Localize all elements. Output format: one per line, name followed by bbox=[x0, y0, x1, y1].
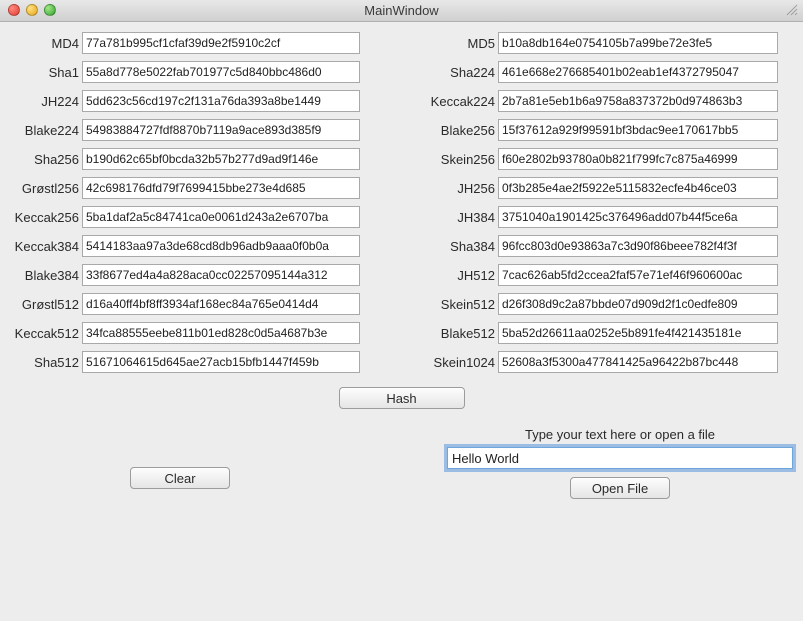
hash-row-md5: MD5 bbox=[418, 32, 778, 54]
hash-row-keccak384: Keccak384 bbox=[10, 235, 360, 257]
hash-row-sha384: Sha384 bbox=[418, 235, 778, 257]
input-hint-label: Type your text here or open a file bbox=[525, 427, 715, 442]
hash-label-gr-stl512: Grøstl512 bbox=[10, 297, 82, 312]
window-title: MainWindow bbox=[0, 3, 803, 18]
hash-label-blake256: Blake256 bbox=[418, 123, 498, 138]
hash-label-sha1: Sha1 bbox=[10, 65, 82, 80]
hash-label-jh224: JH224 bbox=[10, 94, 82, 109]
hash-value-jh384[interactable] bbox=[498, 206, 778, 228]
hash-row-sha1: Sha1 bbox=[10, 61, 360, 83]
hash-label-jh512: JH512 bbox=[418, 268, 498, 283]
hash-label-jh384: JH384 bbox=[418, 210, 498, 225]
hash-row-keccak512: Keccak512 bbox=[10, 322, 360, 344]
hash-row-md4: MD4 bbox=[10, 32, 360, 54]
bottom-area: Clear Type your text here or open a file… bbox=[10, 427, 793, 499]
hash-row-sha512: Sha512 bbox=[10, 351, 360, 373]
hash-row-keccak224: Keccak224 bbox=[418, 90, 778, 112]
hash-row-keccak256: Keccak256 bbox=[10, 206, 360, 228]
hash-row-sha256: Sha256 bbox=[10, 148, 360, 170]
hash-value-blake512[interactable] bbox=[498, 322, 778, 344]
hash-row-blake512: Blake512 bbox=[418, 322, 778, 344]
hash-row-skein256: Skein256 bbox=[418, 148, 778, 170]
hash-label-blake224: Blake224 bbox=[10, 123, 82, 138]
hash-label-keccak256: Keccak256 bbox=[10, 210, 82, 225]
hash-label-blake384: Blake384 bbox=[10, 268, 82, 283]
hash-value-sha224[interactable] bbox=[498, 61, 778, 83]
close-icon[interactable] bbox=[8, 4, 20, 16]
hash-row-sha224: Sha224 bbox=[418, 61, 778, 83]
hash-label-skein512: Skein512 bbox=[418, 297, 498, 312]
bottom-right: Type your text here or open a file Open … bbox=[447, 427, 793, 499]
hash-button-wrap: Hash bbox=[10, 387, 793, 409]
hash-label-gr-stl256: Grøstl256 bbox=[10, 181, 82, 196]
hash-value-jh224[interactable] bbox=[82, 90, 360, 112]
hash-value-gr-stl256[interactable] bbox=[82, 177, 360, 199]
hash-row-blake256: Blake256 bbox=[418, 119, 778, 141]
clear-button[interactable]: Clear bbox=[130, 467, 230, 489]
hash-row-blake384: Blake384 bbox=[10, 264, 360, 286]
bottom-left: Clear bbox=[10, 427, 350, 489]
hash-value-skein512[interactable] bbox=[498, 293, 778, 315]
hash-value-keccak512[interactable] bbox=[82, 322, 360, 344]
hash-label-skein256: Skein256 bbox=[418, 152, 498, 167]
hash-row-gr-stl256: Grøstl256 bbox=[10, 177, 360, 199]
hash-label-md5: MD5 bbox=[418, 36, 498, 51]
hash-value-keccak384[interactable] bbox=[82, 235, 360, 257]
hash-label-md4: MD4 bbox=[10, 36, 82, 51]
hash-label-keccak512: Keccak512 bbox=[10, 326, 82, 341]
hash-value-sha256[interactable] bbox=[82, 148, 360, 170]
right-column: MD5 Sha224 Keccak224 Blake256 Skein256 JH256 J… bbox=[418, 32, 778, 373]
hash-value-sha512[interactable] bbox=[82, 351, 360, 373]
hash-value-skein1024[interactable] bbox=[498, 351, 778, 373]
hash-label-sha384: Sha384 bbox=[418, 239, 498, 254]
zoom-icon[interactable] bbox=[44, 4, 56, 16]
hash-row-gr-stl512: Grøstl512 bbox=[10, 293, 360, 315]
hash-row-jh224: JH224 bbox=[10, 90, 360, 112]
hash-columns: MD4 Sha1 JH224 Blake224 Sha256 Grøstl256 Kecca… bbox=[10, 32, 793, 373]
hash-value-skein256[interactable] bbox=[498, 148, 778, 170]
hash-label-jh256: JH256 bbox=[418, 181, 498, 196]
hash-label-keccak224: Keccak224 bbox=[418, 94, 498, 109]
resize-icon bbox=[785, 3, 799, 17]
traffic-lights bbox=[8, 4, 56, 16]
hash-value-keccak256[interactable] bbox=[82, 206, 360, 228]
hash-row-jh384: JH384 bbox=[418, 206, 778, 228]
hash-value-gr-stl512[interactable] bbox=[82, 293, 360, 315]
hash-value-blake256[interactable] bbox=[498, 119, 778, 141]
hash-label-sha224: Sha224 bbox=[418, 65, 498, 80]
hash-label-keccak384: Keccak384 bbox=[10, 239, 82, 254]
hash-value-sha384[interactable] bbox=[498, 235, 778, 257]
hash-value-blake224[interactable] bbox=[82, 119, 360, 141]
hash-row-skein1024: Skein1024 bbox=[418, 351, 778, 373]
text-input[interactable] bbox=[447, 447, 793, 469]
hash-label-blake512: Blake512 bbox=[418, 326, 498, 341]
hash-value-sha1[interactable] bbox=[82, 61, 360, 83]
hash-row-skein512: Skein512 bbox=[418, 293, 778, 315]
hash-value-blake384[interactable] bbox=[82, 264, 360, 286]
window-body: MD4 Sha1 JH224 Blake224 Sha256 Grøstl256 Kecca… bbox=[0, 22, 803, 621]
hash-button[interactable]: Hash bbox=[339, 387, 465, 409]
hash-label-sha512: Sha512 bbox=[10, 355, 82, 370]
hash-value-jh256[interactable] bbox=[498, 177, 778, 199]
hash-value-jh512[interactable] bbox=[498, 264, 778, 286]
hash-value-keccak224[interactable] bbox=[498, 90, 778, 112]
open-file-button[interactable]: Open File bbox=[570, 477, 670, 499]
minimize-icon[interactable] bbox=[26, 4, 38, 16]
hash-row-jh256: JH256 bbox=[418, 177, 778, 199]
titlebar: MainWindow bbox=[0, 0, 803, 22]
hash-value-md5[interactable] bbox=[498, 32, 778, 54]
hash-value-md4[interactable] bbox=[82, 32, 360, 54]
hash-row-blake224: Blake224 bbox=[10, 119, 360, 141]
hash-label-skein1024: Skein1024 bbox=[418, 355, 498, 370]
hash-row-jh512: JH512 bbox=[418, 264, 778, 286]
left-column: MD4 Sha1 JH224 Blake224 Sha256 Grøstl256 Kecca… bbox=[10, 32, 360, 373]
hash-label-sha256: Sha256 bbox=[10, 152, 82, 167]
